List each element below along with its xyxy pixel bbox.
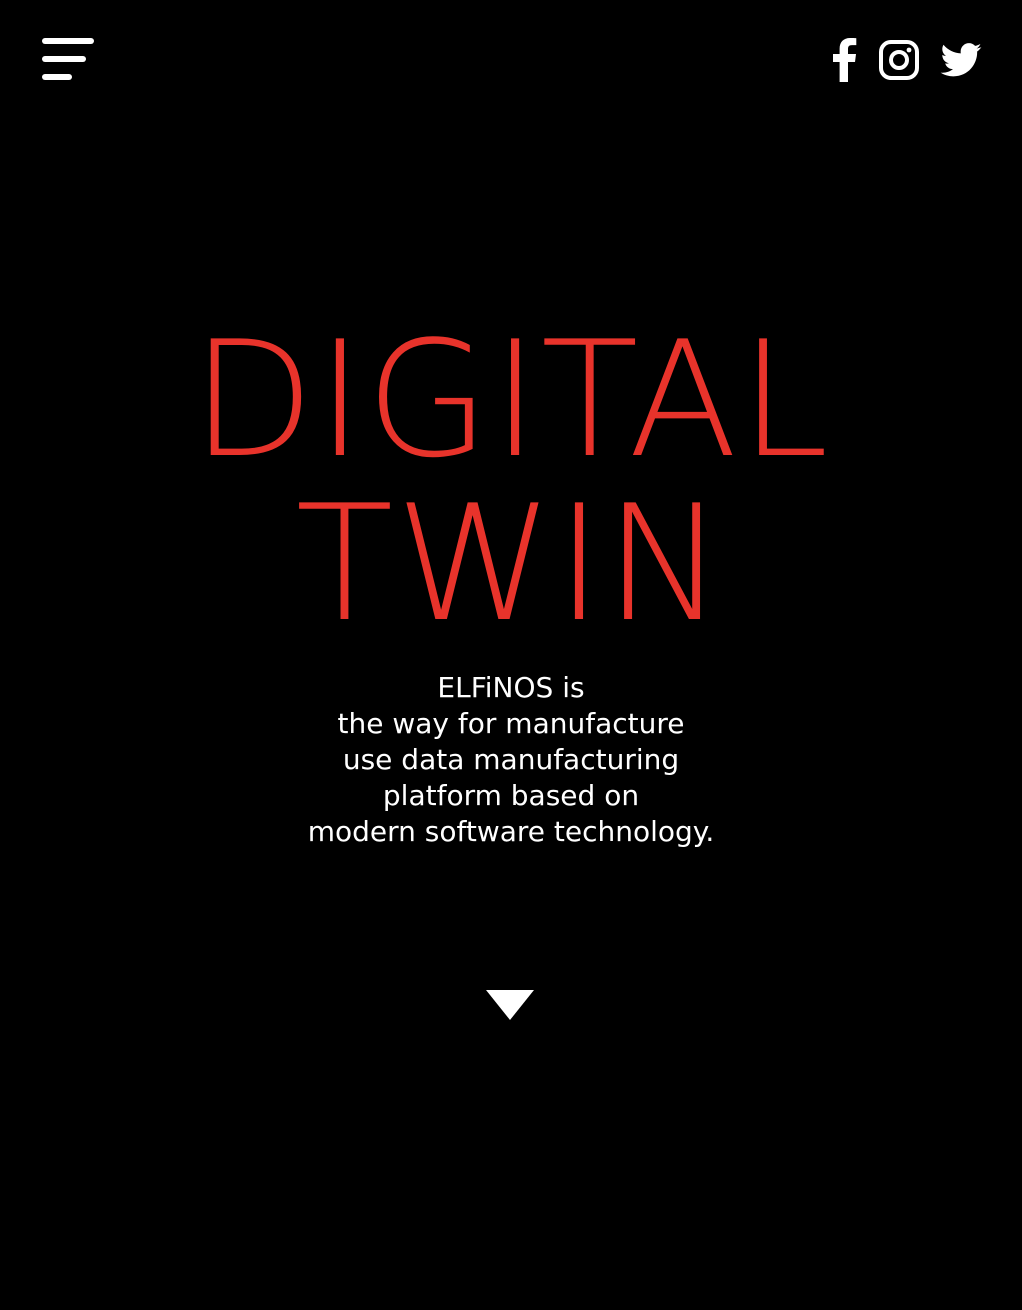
menu-button[interactable]	[40, 36, 98, 84]
intro-text: ELFiNOS is the way for manufacture use d…	[0, 670, 1022, 850]
intro-line: the way for manufacture	[337, 707, 685, 740]
facebook-link[interactable]	[830, 38, 858, 82]
hamburger-menu-icon	[42, 38, 94, 44]
intro-line: use data manufacturing	[342, 743, 680, 776]
triangle-down-icon	[486, 990, 534, 1020]
instagram-link[interactable]	[878, 39, 920, 81]
scroll-down-button[interactable]	[485, 988, 535, 1022]
social-links	[830, 38, 982, 82]
twitter-icon	[940, 43, 982, 77]
instagram-icon	[879, 40, 919, 80]
intro-line: platform based on	[382, 779, 640, 812]
facebook-icon	[833, 38, 857, 82]
intro-line: ELFiNOS is	[437, 671, 585, 704]
intro-line: modern software technology.	[307, 815, 715, 848]
twitter-link[interactable]	[940, 43, 982, 77]
hero-title: DIGITAL TWIN	[0, 318, 1022, 646]
hero-title-line-2: TWIN	[295, 470, 727, 657]
hero-title-line-1: DIGITAL	[191, 306, 831, 493]
